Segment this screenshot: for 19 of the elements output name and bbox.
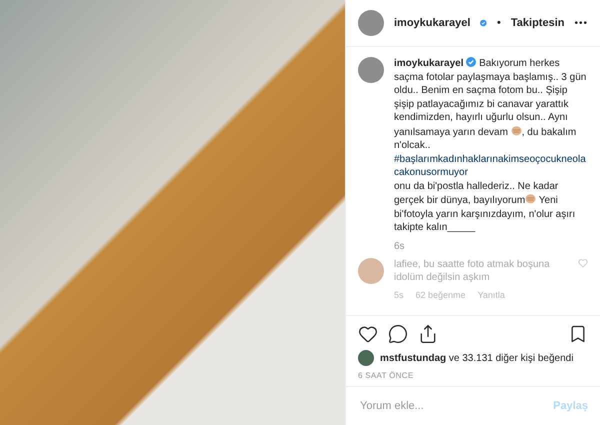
comment-time: 5s: [394, 290, 404, 300]
post-date: 6 SAAT ÖNCE: [357, 370, 414, 382]
comment-text: lafiee, bu saatte foto atmak boşuna idolüm değilsin aşkım: [394, 258, 551, 284]
hand-emoji-icon: [510, 124, 522, 136]
follow-status[interactable]: Takiptesin: [510, 17, 564, 29]
avatar[interactable]: [358, 10, 384, 36]
comment-button[interactable]: [388, 324, 408, 344]
username[interactable]: imoykukarayel: [394, 17, 470, 29]
hand-emoji-icon: [525, 193, 536, 204]
post-time: 6s: [394, 240, 406, 252]
hashtag-link[interactable]: #başlarımkadınhaklarınakimseoçocukneolacakonusormuyor: [394, 152, 588, 180]
share-button[interactable]: [418, 324, 438, 344]
like-button[interactable]: [358, 324, 378, 344]
likes-text: mstfustundag ve 33.131 diğer kişi beğendi: [380, 352, 574, 364]
avatar[interactable]: [358, 350, 374, 366]
avatar[interactable]: [358, 57, 384, 83]
caption-text: imoykukarayel Bakıyorum herkes saçma fotolar paylaşmaya başlamış.. 3 gün oldu.. Benim en saçma fotom bu.. Şişip şişip patlayacağımız bi canavar yarattık kendimizden, hayırlı uğurlu olsun.. Aynı yanılsamaya yarın devam , du bakalım n'olcak.. #başlarımkadınhaklarınakimseoçocukneolacakonusormuyor onu da bi'postla hallederiz.. Ne kadar gerçek bir dünya, bayılıyorum Yeni bi'fotoyla yarın karşınızdayım, n'olur aşırı takipte kalın_____: [394, 57, 588, 234]
more-options-button[interactable]: •••: [574, 18, 588, 28]
separator-dot: •: [497, 17, 501, 29]
